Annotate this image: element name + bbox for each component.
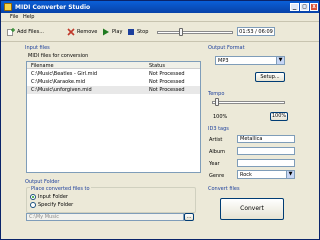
table-row[interactable]: C:\Music\unforgiven.mid Not Processed xyxy=(27,86,200,94)
row-status: Not Processed xyxy=(149,87,185,93)
input-folder-radio[interactable] xyxy=(30,194,36,200)
genre-label: Genre xyxy=(209,173,225,179)
output-folder-title: Output Folder xyxy=(25,179,60,185)
menu-help[interactable]: Help xyxy=(23,14,34,20)
file-list-header: Filename Status xyxy=(27,62,200,69)
output-format-select[interactable]: MP3 ▼ xyxy=(215,56,285,65)
remove-button[interactable]: Remove xyxy=(67,27,97,37)
id3-tags-title: ID3 tags xyxy=(208,126,229,132)
album-field[interactable] xyxy=(237,147,295,155)
app-window: MIDI Converter Studio _ □ x File Help Ad… xyxy=(0,0,320,240)
playback-progress-track[interactable] xyxy=(157,31,233,34)
stop-button[interactable]: Stop xyxy=(127,27,148,37)
file-list[interactable]: Filename Status C:\Music\Beatles - Girl.… xyxy=(26,61,201,173)
table-row[interactable]: C:\Music\Karaoke.mid Not Processed xyxy=(27,78,200,86)
add-files-icon xyxy=(7,28,15,36)
tempo-slider-track[interactable] xyxy=(212,101,285,104)
close-button[interactable]: x xyxy=(310,3,318,11)
window-title: MIDI Converter Studio xyxy=(15,4,91,11)
row-filename: C:\Music\unforgiven.mid xyxy=(31,87,92,93)
convert-button[interactable]: Convert xyxy=(220,198,284,220)
setup-button[interactable]: Setup... xyxy=(255,72,285,82)
chevron-down-icon[interactable]: ▼ xyxy=(286,171,294,178)
tempo-title: Tempo xyxy=(208,91,225,97)
year-label: Year xyxy=(209,161,220,167)
output-folder-path-field[interactable]: C:\My Music xyxy=(26,213,184,221)
menu-file[interactable]: File xyxy=(10,14,18,20)
maximize-button[interactable]: □ xyxy=(300,3,309,11)
title-bar: MIDI Converter Studio _ □ x xyxy=(1,1,319,13)
genre-value: Rock xyxy=(240,172,252,178)
tempo-value: 100% xyxy=(213,114,228,120)
remove-label: Remove xyxy=(77,29,98,35)
app-icon xyxy=(4,3,12,11)
input-folder-label[interactable]: Input Folder xyxy=(38,194,68,200)
column-filename[interactable]: Filename xyxy=(31,63,54,69)
specify-folder-label[interactable]: Specify Folder xyxy=(38,202,73,208)
output-folder-group-title: Place converted files to xyxy=(30,186,91,192)
minimize-button[interactable]: _ xyxy=(290,3,299,11)
remove-icon xyxy=(67,28,75,36)
artist-field[interactable]: Metallica xyxy=(237,135,295,143)
time-display: 01:53 / 06:09 xyxy=(237,27,275,36)
row-status: Not Processed xyxy=(149,71,185,77)
add-files-label: Add Files... xyxy=(17,29,45,35)
genre-select[interactable]: Rock ▼ xyxy=(237,170,295,179)
input-files-title: Input files xyxy=(25,45,50,51)
output-format-title: Output Format xyxy=(208,45,245,51)
row-status: Not Processed xyxy=(149,79,185,85)
table-row[interactable]: C:\Music\Beatles - Girl.mid Not Processe… xyxy=(27,70,200,78)
year-field[interactable] xyxy=(237,159,295,167)
browse-folder-button[interactable]: ... xyxy=(184,213,194,221)
album-label: Album xyxy=(209,149,226,155)
stop-icon xyxy=(128,29,134,35)
convert-files-title: Convert files xyxy=(208,186,240,192)
output-format-value: MP3 xyxy=(218,58,229,64)
input-files-subtitle: MIDI files for conversion xyxy=(28,53,89,59)
chevron-down-icon[interactable]: ▼ xyxy=(276,57,284,64)
play-label: Play xyxy=(112,29,123,35)
column-status[interactable]: Status xyxy=(149,63,165,69)
play-button[interactable]: Play xyxy=(102,27,122,37)
artist-label: Artist xyxy=(209,137,223,143)
specify-folder-radio[interactable] xyxy=(30,202,36,208)
row-filename: C:\Music\Karaoke.mid xyxy=(31,79,86,85)
toolbar: Add Files... Remove Play Stop 01:53 / 06… xyxy=(1,22,319,42)
add-files-button[interactable]: Add Files... xyxy=(7,27,44,37)
row-filename: C:\Music\Beatles - Girl.mid xyxy=(31,71,98,77)
tempo-reset-button[interactable]: 100% xyxy=(270,112,288,121)
play-icon xyxy=(103,28,109,36)
tempo-slider-thumb[interactable] xyxy=(215,98,220,106)
menu-bar: File Help xyxy=(1,13,319,22)
stop-label: Stop xyxy=(137,29,149,35)
playback-progress-thumb[interactable] xyxy=(179,28,184,36)
